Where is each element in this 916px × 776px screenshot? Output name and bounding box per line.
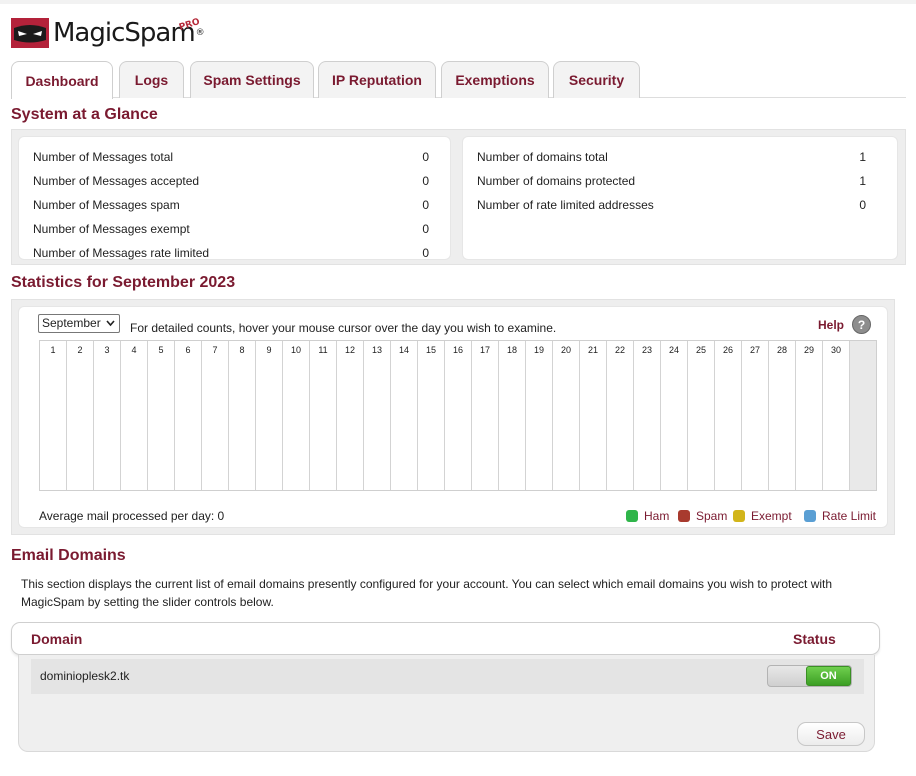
legend-rate-limit: Rate Limit	[804, 509, 876, 523]
day-column[interactable]: 17	[472, 341, 499, 490]
help-link[interactable]: Help	[818, 318, 844, 332]
tab-spam-settings[interactable]: Spam Settings	[190, 61, 314, 98]
save-button[interactable]: Save	[797, 722, 865, 746]
rate-limit-swatch	[804, 510, 816, 522]
glance-title: System at a Glance	[11, 106, 158, 123]
table-row: dominioplesk2.tk ON	[31, 659, 864, 694]
average-mail: Average mail processed per day: 0	[39, 509, 225, 523]
stat-value: 0	[422, 198, 429, 212]
day-column[interactable]: 4	[121, 341, 148, 490]
day-column[interactable]: 3	[94, 341, 121, 490]
day-column[interactable]: 30	[823, 341, 850, 490]
day-column[interactable]: 28	[769, 341, 796, 490]
stat-label: Number of domains total	[477, 150, 608, 164]
month-select[interactable]: September	[38, 314, 120, 333]
day-column[interactable]: 8	[229, 341, 256, 490]
column-domain: Domain	[31, 631, 83, 647]
day-column[interactable]: 25	[688, 341, 715, 490]
day-column[interactable]: 18	[499, 341, 526, 490]
day-column[interactable]: 24	[661, 341, 688, 490]
toggle-on-label: ON	[806, 666, 851, 686]
stat-label: Number of Messages accepted	[33, 174, 200, 188]
day-column[interactable]: 14	[391, 341, 418, 490]
domains-table-header: Domain Status	[11, 622, 880, 655]
stat-value: 0	[422, 246, 429, 260]
tab-ip-reputation[interactable]: IP Reputation	[318, 61, 436, 98]
stat-value: 0	[859, 198, 866, 212]
help-icon[interactable]: ?	[852, 315, 871, 334]
domains-table-body: dominioplesk2.tk ON Save	[18, 655, 875, 752]
stat-label: Number of Messages exempt	[33, 222, 190, 236]
ninja-mask-icon	[11, 18, 49, 48]
day-column[interactable]: 5	[148, 341, 175, 490]
domains-summary: Number of domains total 1 Number of doma…	[462, 136, 898, 260]
glance-panel: Number of Messages total 0 Number of Mes…	[11, 129, 906, 265]
exempt-swatch	[733, 510, 745, 522]
day-column[interactable]: 29	[796, 341, 823, 490]
tab-security[interactable]: Security	[553, 61, 640, 98]
stat-value: 0	[422, 150, 429, 164]
stat-value: 1	[859, 174, 866, 188]
legend-exempt: Exempt	[733, 509, 792, 523]
day-column[interactable]: 19	[526, 341, 553, 490]
tab-logs[interactable]: Logs	[119, 61, 184, 98]
stats-hint: For detailed counts, hover your mouse cu…	[130, 321, 557, 335]
domain-name: dominioplesk2.tk	[40, 669, 130, 683]
day-column[interactable]: 2	[67, 341, 94, 490]
email-domains-title: Email Domains	[11, 547, 126, 564]
top-bar	[0, 0, 916, 4]
stats-title: Statistics for September 2023	[11, 274, 236, 291]
day-column[interactable]: 12	[337, 341, 364, 490]
legend-spam: Spam	[678, 509, 727, 523]
stats-panel: September For detailed counts, hover you…	[11, 299, 895, 535]
stat-label: Number of Messages total	[33, 150, 174, 164]
main-tabs: Dashboard Logs Spam Settings IP Reputati…	[11, 61, 906, 99]
ham-swatch	[626, 510, 638, 522]
day-column[interactable]: 11	[310, 341, 337, 490]
spam-swatch	[678, 510, 690, 522]
day-column[interactable]: 6	[175, 341, 202, 490]
stat-label: Number of rate limited addresses	[477, 198, 654, 212]
day-column[interactable]: 21	[580, 341, 607, 490]
day-columns: 1 2 3 4 5 6 7 8 9 10 11 12 13 14 15 16 17 18 19 20 21 22 23 24 2…	[39, 340, 877, 491]
day-column[interactable]: 20	[553, 341, 580, 490]
stat-value: 0	[422, 174, 429, 188]
stats-box: September For detailed counts, hover you…	[18, 306, 888, 528]
stat-value: 1	[859, 150, 866, 164]
stat-label: Number of Messages rate limited	[33, 246, 210, 260]
day-column[interactable]: 9	[256, 341, 283, 490]
protection-toggle[interactable]: ON	[767, 665, 852, 687]
email-domains-description: This section displays the current list o…	[21, 577, 833, 609]
day-column[interactable]: 16	[445, 341, 472, 490]
magicspam-logo: MagicSpam® PRO	[11, 16, 205, 50]
day-column[interactable]: 7	[202, 341, 229, 490]
stat-label: Number of Messages spam	[33, 198, 180, 212]
day-column[interactable]: 10	[283, 341, 310, 490]
stat-label: Number of domains protected	[477, 174, 636, 188]
brand-name: MagicSpam® PRO	[53, 17, 205, 48]
day-column[interactable]: 22	[607, 341, 634, 490]
legend-ham: Ham	[626, 509, 669, 523]
day-column[interactable]: 26	[715, 341, 742, 490]
column-status: Status	[793, 631, 836, 647]
day-column[interactable]: 1	[40, 341, 67, 490]
day-column[interactable]: 23	[634, 341, 661, 490]
messages-summary: Number of Messages total 0 Number of Mes…	[18, 136, 451, 260]
tab-dashboard[interactable]: Dashboard	[11, 61, 113, 99]
tab-exemptions[interactable]: Exemptions	[441, 61, 549, 98]
day-column[interactable]: 15	[418, 341, 445, 490]
day-column[interactable]: 13	[364, 341, 391, 490]
stat-value: 0	[422, 222, 429, 236]
chevron-down-icon	[106, 320, 115, 327]
day-column[interactable]: 27	[742, 341, 769, 490]
